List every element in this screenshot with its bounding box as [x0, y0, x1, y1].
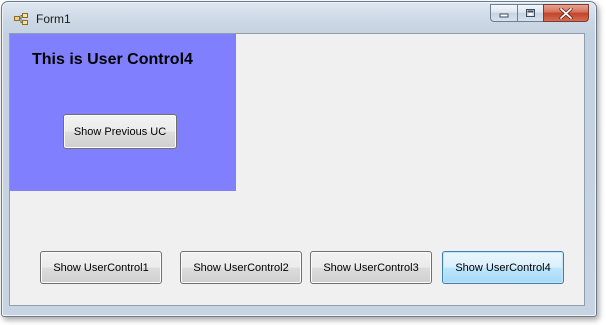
- close-button[interactable]: [543, 4, 589, 22]
- show-usercontrol2-button[interactable]: Show UserControl2: [180, 251, 302, 284]
- show-usercontrol4-button[interactable]: Show UserControl4: [442, 251, 564, 284]
- caption-buttons: [490, 4, 589, 23]
- form-window: Form1 This is User Control4 Show Previou…: [1, 1, 597, 317]
- close-icon: [559, 7, 573, 19]
- window-title: Form1: [36, 12, 71, 26]
- show-usercontrol3-button[interactable]: Show UserControl3: [310, 251, 432, 284]
- show-previous-uc-button[interactable]: Show Previous UC: [63, 114, 177, 149]
- minimize-icon: [499, 13, 508, 17]
- maximize-icon: [526, 9, 535, 17]
- maximize-button[interactable]: [517, 4, 543, 22]
- form-client-area: This is User Control4 Show Previous UC S…: [9, 33, 585, 306]
- app-icon[interactable]: [14, 13, 28, 25]
- minimize-button[interactable]: [490, 4, 517, 22]
- title-bar[interactable]: Form1: [2, 2, 596, 32]
- user-control-4-panel: This is User Control4 Show Previous UC: [10, 34, 236, 191]
- show-usercontrol1-button[interactable]: Show UserControl1: [40, 251, 162, 284]
- user-control-title: This is User Control4: [32, 51, 193, 68]
